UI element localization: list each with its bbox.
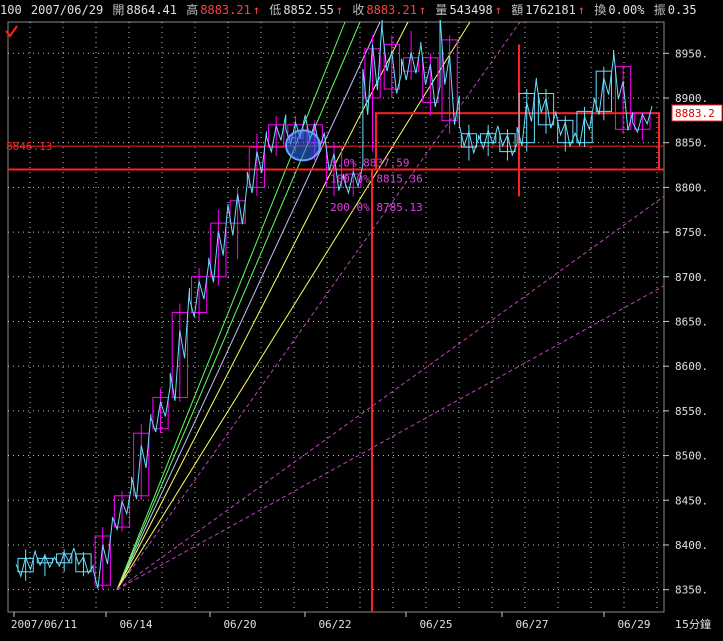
x-tick-label: 06/25 bbox=[419, 618, 452, 631]
high-label: 高 bbox=[186, 3, 199, 17]
up-arrow-icon: ↑ bbox=[494, 3, 503, 17]
y-tick-label: 8750. bbox=[675, 226, 708, 239]
level-annotation: 200.0% 8785.13 bbox=[330, 201, 423, 214]
x-tick-label: 06/14 bbox=[119, 618, 152, 631]
y-tick-label: 8400. bbox=[675, 539, 708, 552]
amplitude-value: 0.35 bbox=[667, 3, 697, 17]
x-tick-label: 2007/06/11 bbox=[11, 618, 77, 631]
fan-line bbox=[116, 21, 361, 590]
x-tick-label: 06/29 bbox=[617, 618, 650, 631]
y-tick-label: 8600. bbox=[675, 360, 708, 373]
up-arrow-icon: ↑ bbox=[335, 3, 344, 17]
last-price-tag: 8883.2 bbox=[675, 107, 715, 120]
highlight-circle bbox=[285, 129, 321, 162]
open-value: 8864.41 bbox=[126, 3, 177, 17]
up-arrow-icon: ↑ bbox=[577, 3, 586, 17]
info-bar: 100 2007/06/29 開 8864.41 高 8883.21 ↑ 低 8852.… bbox=[0, 0, 723, 20]
volume-label: 量 bbox=[435, 3, 448, 17]
y-tick-label: 8650. bbox=[675, 315, 708, 328]
y-tick-label: 8900. bbox=[675, 92, 708, 105]
price-chart[interactable]: 8350. 8400. 8450. 8500. 8550. 8600. 8650. 8700.… bbox=[0, 0, 723, 637]
y-tick-label: 8500. bbox=[675, 450, 708, 463]
level-annotation: 100.0% 8815.36 bbox=[330, 172, 423, 185]
x-tick-label: 06/20 bbox=[223, 618, 256, 631]
plot-frame bbox=[7, 21, 665, 613]
level-tag: 8846.13 bbox=[6, 140, 52, 153]
up-arrow-icon: ↑ bbox=[252, 3, 261, 17]
interval-label: 15分鐘 bbox=[675, 617, 711, 631]
fan-line bbox=[116, 21, 346, 590]
y-tick-label: 8350. bbox=[675, 584, 708, 597]
level-annotation: 0.0% 8837.59 bbox=[330, 156, 409, 169]
close-value: 8883.21 bbox=[366, 3, 417, 17]
amount-value: 1762181 bbox=[525, 3, 576, 17]
y-tick-label: 8700. bbox=[675, 271, 708, 284]
chart-area[interactable]: 8350. 8400. 8450. 8500. 8550. 8600. 8650. 8700.… bbox=[0, 0, 723, 637]
amount-label: 額 bbox=[511, 3, 524, 17]
open-label: 開 bbox=[112, 3, 125, 17]
price-line bbox=[15, 15, 653, 589]
x-tick-label: 06/27 bbox=[515, 618, 548, 631]
fan-line bbox=[116, 195, 665, 591]
y-tick-label: 8450. bbox=[675, 494, 708, 507]
low-label: 低 bbox=[269, 3, 282, 17]
high-value: 8883.21 bbox=[200, 3, 251, 17]
turnover-value: 0.00% bbox=[608, 3, 645, 17]
volume-value: 543498 bbox=[449, 3, 493, 17]
fan-line bbox=[116, 21, 409, 590]
up-arrow-icon: ↑ bbox=[418, 3, 427, 17]
fan-line bbox=[116, 21, 381, 590]
bar-date: 2007/06/29 bbox=[30, 3, 104, 17]
fan-line bbox=[116, 285, 665, 591]
turnover-label: 換 bbox=[594, 3, 607, 17]
x-tick-label: 06/22 bbox=[318, 618, 351, 631]
close-label: 收 bbox=[352, 3, 365, 17]
y-tick-label: 8950. bbox=[675, 47, 708, 60]
symbol-code: 100 bbox=[0, 3, 22, 17]
y-tick-label: 8550. bbox=[675, 405, 708, 418]
amplitude-label: 振 bbox=[653, 3, 666, 17]
y-tick-label: 8850. bbox=[675, 137, 708, 150]
low-value: 8852.55 bbox=[283, 3, 334, 17]
y-tick-label: 8800. bbox=[675, 181, 708, 194]
